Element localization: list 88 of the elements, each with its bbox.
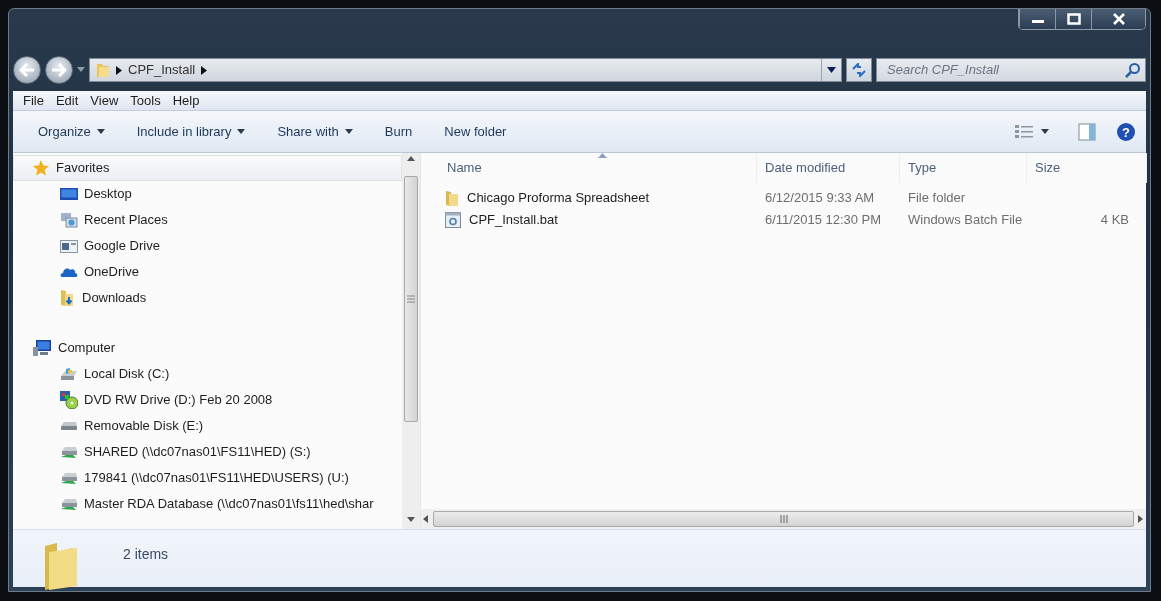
sidebar-item[interactable]: 179841 (\\dc07nas01\FS11\HED\USERS) (U:) bbox=[13, 465, 402, 491]
scroll-thumb[interactable] bbox=[433, 511, 1134, 527]
type-cell-text: Windows Batch File bbox=[907, 211, 1024, 230]
toolbar-button[interactable]: New folder bbox=[435, 117, 516, 146]
details-view-icon bbox=[1015, 123, 1035, 140]
maximize-icon bbox=[1066, 13, 1081, 25]
cloud-icon bbox=[60, 266, 78, 278]
scroll-thumb[interactable] bbox=[404, 176, 418, 422]
sidebar-item[interactable]: Recent Places bbox=[13, 207, 402, 233]
grip-icon bbox=[779, 515, 788, 523]
toolbar-button[interactable]: Organize bbox=[29, 117, 114, 146]
gear-document-icon bbox=[445, 212, 461, 228]
address-dropdown-icon[interactable] bbox=[827, 67, 836, 73]
address-bar[interactable]: CPF_Install bbox=[89, 58, 842, 82]
caret-icon bbox=[237, 129, 246, 134]
recent-places-icon bbox=[60, 212, 78, 228]
scroll-right-icon bbox=[1138, 515, 1144, 523]
sidebar-item[interactable]: Google Drive bbox=[13, 233, 402, 259]
file-name[interactable]: Chicago Proforma Spreadsheet bbox=[439, 188, 757, 208]
network-drive-icon bbox=[60, 471, 78, 485]
close-icon bbox=[1112, 13, 1125, 25]
column-header[interactable]: Name bbox=[439, 153, 757, 183]
item-count: 2 items bbox=[123, 545, 169, 564]
sidebar-item[interactable]: Master RDA Database (\\dc07nas01\fs11\hed\shar bbox=[13, 491, 402, 517]
breadcrumb-item[interactable]: CPF_Install bbox=[128, 60, 196, 80]
sidebar-item[interactable]: DVD RW Drive (D:) Feb 20 2008 bbox=[13, 387, 402, 413]
toolbar-button[interactable]: Include in library bbox=[127, 117, 255, 146]
scroll-left-icon bbox=[423, 515, 429, 523]
menu-item[interactable]: View bbox=[84, 90, 125, 111]
size-cell-text: 4 KB bbox=[1099, 211, 1129, 230]
scroll-down-icon bbox=[407, 517, 415, 523]
grip-icon bbox=[407, 295, 415, 303]
network-drive-icon bbox=[60, 445, 78, 459]
search-field[interactable]: Search CPF_Install bbox=[885, 59, 1125, 81]
star-icon bbox=[32, 159, 50, 177]
recent-pages-caret-icon[interactable] bbox=[77, 67, 85, 73]
back-button[interactable] bbox=[13, 56, 41, 84]
maximize-button[interactable] bbox=[1055, 9, 1091, 29]
minimize-button[interactable] bbox=[1019, 9, 1055, 29]
breadcrumb-arrow-icon[interactable] bbox=[116, 65, 122, 75]
help-icon[interactable]: ? bbox=[1116, 121, 1136, 142]
horizontal-scrollbar[interactable] bbox=[421, 509, 1146, 529]
sidebar-item[interactable]: Computer bbox=[13, 335, 402, 361]
menu-item[interactable]: Tools bbox=[124, 90, 167, 111]
folder-icon bbox=[96, 62, 110, 78]
sidebar-item[interactable]: Desktop bbox=[13, 181, 402, 207]
search-icon bbox=[1125, 62, 1141, 78]
removable-drive-icon bbox=[60, 421, 78, 431]
toolbar-button[interactable]: Burn bbox=[375, 117, 422, 146]
date-cell-text: 6/12/2015 9:33 AM bbox=[764, 189, 876, 208]
refresh-icon bbox=[851, 63, 867, 77]
vertical-scrollbar[interactable] bbox=[402, 153, 420, 529]
desktop-icon bbox=[60, 187, 78, 201]
type-cell-text: File folder bbox=[907, 189, 967, 208]
folder-icon bbox=[43, 542, 79, 592]
menu-item[interactable]: Help bbox=[166, 90, 206, 111]
sidebar-item[interactable]: Local Disk (C:) bbox=[13, 361, 402, 387]
menu-item[interactable]: File bbox=[17, 90, 50, 111]
column-header[interactable]: Date modified bbox=[757, 153, 900, 183]
sidebar-item[interactable]: Removable Disk (E:) bbox=[13, 413, 402, 439]
sidebar-item[interactable]: SHARED (\\dc07nas01\FS11\HED) (S:) bbox=[13, 439, 402, 465]
refresh-button[interactable] bbox=[846, 58, 872, 82]
back-arrow-icon bbox=[19, 63, 35, 77]
close-button[interactable] bbox=[1091, 9, 1145, 29]
date-cell-text: 6/11/2015 12:30 PM bbox=[764, 211, 883, 230]
sidebar-item[interactable]: OneDrive bbox=[13, 259, 402, 285]
sidebar-item[interactable]: Downloads bbox=[13, 285, 402, 311]
search-box[interactable]: Search CPF_Install bbox=[876, 58, 1146, 82]
computer-icon bbox=[32, 339, 52, 357]
caret-icon bbox=[1041, 129, 1049, 134]
window-icon bbox=[60, 239, 78, 253]
sidebar-item[interactable]: Favorites bbox=[13, 155, 402, 181]
column-header[interactable]: Type bbox=[900, 153, 1027, 183]
caret-icon bbox=[344, 129, 353, 134]
caret-icon bbox=[96, 129, 105, 134]
menu-item[interactable]: Edit bbox=[49, 90, 85, 111]
network-drive-icon bbox=[60, 497, 78, 511]
column-header[interactable]: Size bbox=[1027, 153, 1147, 183]
file-name[interactable]: CPF_Install.bat bbox=[439, 210, 757, 230]
forward-button[interactable] bbox=[45, 56, 73, 84]
toolbar-button[interactable]: Share with bbox=[268, 117, 362, 146]
scroll-up-icon bbox=[407, 156, 415, 162]
breadcrumb-arrow-icon[interactable] bbox=[201, 65, 208, 75]
disc-drive-icon bbox=[60, 391, 78, 409]
downloads-folder-icon bbox=[60, 289, 76, 307]
folder-icon bbox=[445, 190, 459, 206]
drive-icon bbox=[60, 367, 78, 381]
forward-arrow-icon bbox=[51, 63, 67, 77]
